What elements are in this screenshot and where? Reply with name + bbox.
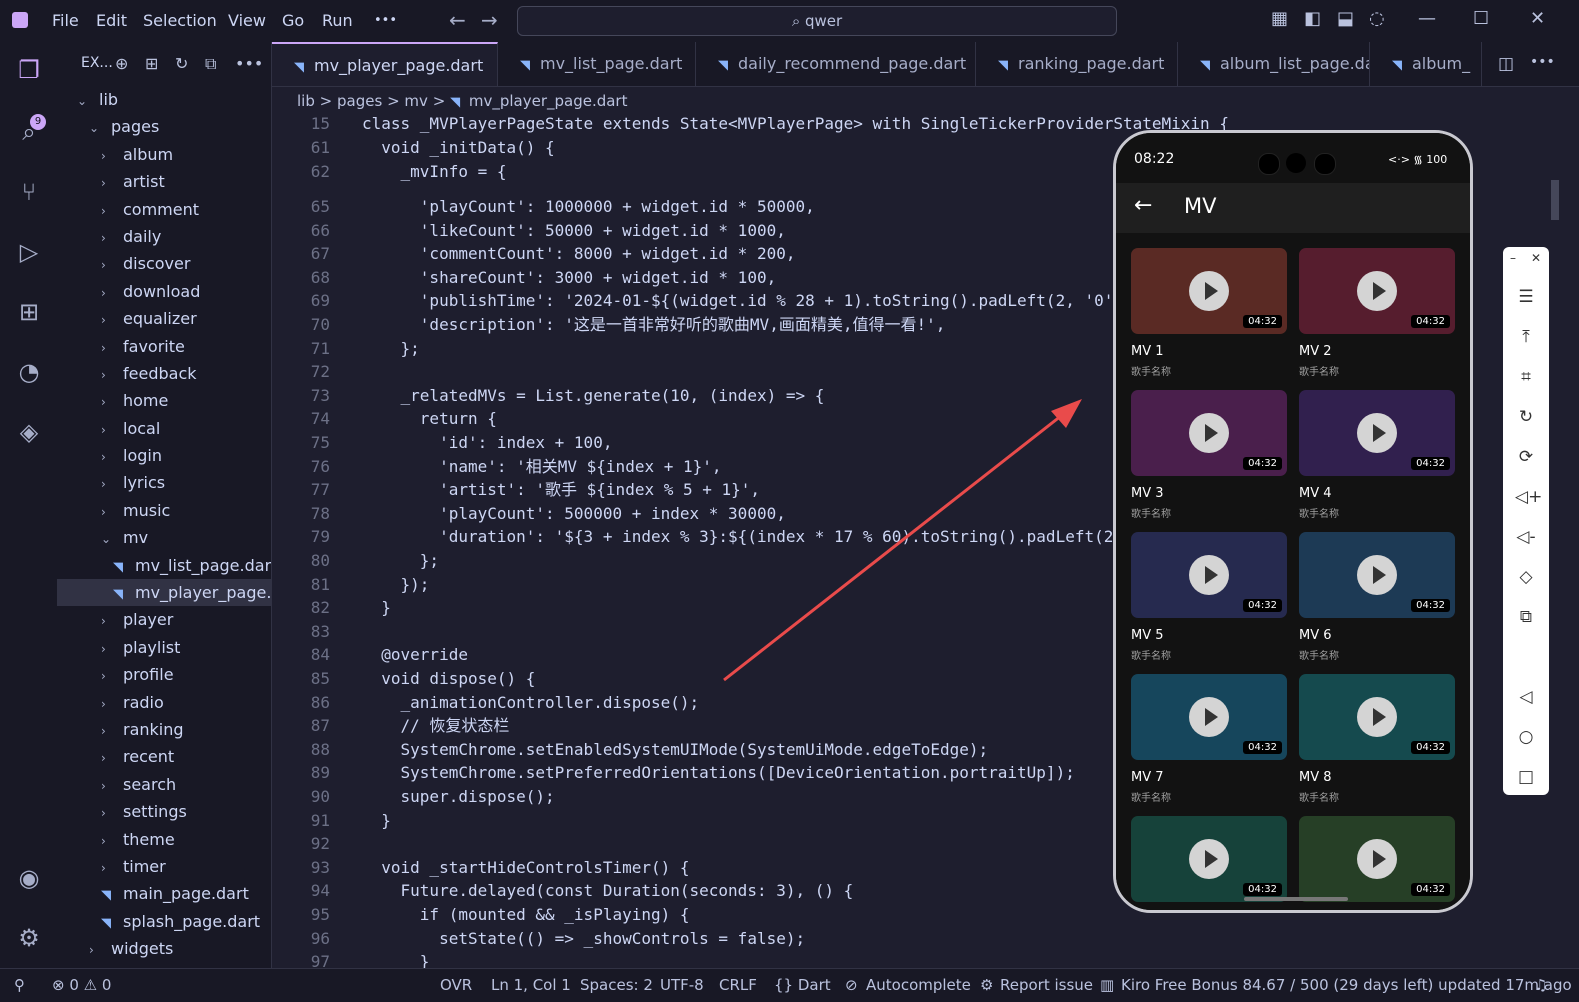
app-bar: ← MV bbox=[1116, 183, 1470, 233]
chart-icon: ▥ bbox=[1100, 976, 1115, 994]
play-icon[interactable] bbox=[1189, 413, 1229, 453]
problems-count[interactable]: ⊗ 0 ⚠ 0 bbox=[52, 969, 111, 1002]
mv-thumbnail[interactable]: 04:32 bbox=[1131, 248, 1287, 334]
emu-back-icon[interactable]: ◁ bbox=[1515, 687, 1537, 707]
report-issue[interactable]: Report issue bbox=[1000, 969, 1093, 1002]
mv-title: MV 5 bbox=[1131, 628, 1164, 643]
emu-home-icon[interactable]: ○ bbox=[1515, 727, 1537, 747]
mv-title: MV 7 bbox=[1131, 770, 1164, 785]
camera-dot bbox=[1258, 153, 1280, 175]
duration-badge: 04:32 bbox=[1243, 741, 1282, 754]
play-icon[interactable] bbox=[1189, 271, 1229, 311]
indentation[interactable]: Spaces: 2 bbox=[580, 969, 653, 1002]
bug-icon: ⚙ bbox=[980, 976, 994, 994]
mv-thumbnail[interactable]: 04:32 bbox=[1299, 390, 1455, 476]
line-ending[interactable]: CRLF bbox=[719, 969, 757, 1002]
emu-close-icon[interactable]: ✕ bbox=[1531, 251, 1541, 265]
duration-badge: 04:32 bbox=[1243, 457, 1282, 470]
duration-badge: 04:32 bbox=[1411, 599, 1450, 612]
mv-artist: 歌手名称 bbox=[1299, 651, 1339, 662]
duration-badge: 04:32 bbox=[1243, 599, 1282, 612]
mv-thumbnail[interactable]: 04:32 bbox=[1131, 674, 1287, 760]
phone-time: 08:22 bbox=[1134, 151, 1175, 167]
play-icon[interactable] bbox=[1357, 839, 1397, 879]
mv-title: MV 1 bbox=[1131, 344, 1164, 359]
camera-dot bbox=[1286, 153, 1306, 173]
notifications-bell-icon[interactable]: ♫ bbox=[1534, 969, 1547, 1002]
app-bar-title: MV bbox=[1184, 194, 1217, 218]
encoding[interactable]: UTF-8 bbox=[660, 969, 704, 1002]
emu-volume-down-icon[interactable]: ◁- bbox=[1515, 527, 1537, 547]
mv-title: MV 2 bbox=[1299, 344, 1332, 359]
emu-overview-icon[interactable]: □ bbox=[1515, 767, 1537, 787]
play-icon[interactable] bbox=[1189, 697, 1229, 737]
mv-title: MV 6 bbox=[1299, 628, 1332, 643]
mv-artist: 歌手名称 bbox=[1131, 651, 1171, 662]
autocomplete-status[interactable]: Autocomplete bbox=[866, 969, 971, 1002]
emu-minimize-icon[interactable]: – bbox=[1510, 251, 1516, 265]
mv-thumbnail[interactable]: 04:32 bbox=[1131, 390, 1287, 476]
autocomplete-icon: ⊘ bbox=[845, 976, 858, 994]
duration-badge: 04:32 bbox=[1411, 883, 1450, 896]
arrow-shaft bbox=[723, 410, 1067, 682]
overtype-mode[interactable]: OVR bbox=[440, 969, 472, 1002]
phone-emulator: 08:22 <·> ᯾ 100 ← MV 04:32 MV 1 歌手名称 04:32 M… bbox=[1113, 130, 1473, 913]
duration-badge: 04:32 bbox=[1411, 315, 1450, 328]
mv-grid: 04:32 MV 1 歌手名称 04:32 MV 2 歌手名称 04:32 MV 3 歌手名称 0… bbox=[1116, 233, 1470, 910]
duration-badge: 04:32 bbox=[1243, 315, 1282, 328]
home-indicator[interactable] bbox=[1244, 897, 1348, 901]
mv-artist: 歌手名称 bbox=[1131, 793, 1171, 804]
mv-thumbnail[interactable]: 04:32 bbox=[1299, 674, 1455, 760]
emu-rotate-alt-icon[interactable]: ⟳ bbox=[1515, 447, 1537, 467]
kiro-bonus[interactable]: Kiro Free Bonus 84.67 / 500 (29 days lef… bbox=[1121, 969, 1572, 1002]
play-icon[interactable] bbox=[1357, 271, 1397, 311]
emulator-toolbar: – ✕ ☰ ⤒ ⌗ ↻ ⟳ ◁+ ◁- ◇ ⧉ ◁ ○ □ bbox=[1503, 247, 1549, 795]
duration-badge: 04:32 bbox=[1411, 457, 1450, 470]
phone-status-icons: <·> ᯾ 100 bbox=[1388, 153, 1448, 166]
emu-volume-up-icon[interactable]: ◁+ bbox=[1515, 487, 1542, 507]
language-mode[interactable]: {} Dart bbox=[774, 969, 831, 1002]
emu-menu-icon[interactable]: ☰ bbox=[1515, 287, 1537, 307]
emu-pin-top-icon[interactable]: ⤒ bbox=[1515, 327, 1537, 347]
mv-thumbnail[interactable]: 04:32 bbox=[1299, 816, 1455, 902]
status-bar: ⚲ ⊗ 0 ⚠ 0 OVR Ln 1, Col 1 Spaces: 2 UTF-… bbox=[0, 968, 1579, 1002]
mv-thumbnail[interactable]: 04:32 bbox=[1299, 248, 1455, 334]
play-icon[interactable] bbox=[1357, 697, 1397, 737]
duration-badge: 04:32 bbox=[1243, 883, 1282, 896]
play-icon[interactable] bbox=[1189, 839, 1229, 879]
mv-thumbnail[interactable]: 04:32 bbox=[1131, 816, 1287, 902]
mv-artist: 歌手名称 bbox=[1299, 367, 1339, 378]
duration-badge: 04:32 bbox=[1411, 741, 1450, 754]
camera-dot bbox=[1314, 153, 1336, 175]
play-icon[interactable] bbox=[1357, 413, 1397, 453]
mv-title: MV 4 bbox=[1299, 486, 1332, 501]
mv-title: MV 3 bbox=[1131, 486, 1164, 501]
play-icon[interactable] bbox=[1357, 555, 1397, 595]
mv-thumbnail[interactable]: 04:32 bbox=[1131, 532, 1287, 618]
emu-rotate-icon[interactable]: ↻ bbox=[1515, 407, 1537, 427]
remote-icon[interactable]: ⚲ bbox=[14, 969, 25, 1002]
mv-thumbnail[interactable]: 04:32 bbox=[1299, 532, 1455, 618]
emu-crop-icon[interactable]: ⌗ bbox=[1515, 367, 1537, 387]
emu-screenshot-icon[interactable]: ⧉ bbox=[1515, 607, 1537, 627]
cursor-position[interactable]: Ln 1, Col 1 bbox=[491, 969, 571, 1002]
phone-status-bar: 08:22 <·> ᯾ 100 bbox=[1116, 133, 1470, 183]
mv-artist: 歌手名称 bbox=[1131, 367, 1171, 378]
emu-eraser-icon[interactable]: ◇ bbox=[1515, 567, 1537, 587]
mv-title: MV 8 bbox=[1299, 770, 1332, 785]
mv-artist: 歌手名称 bbox=[1131, 509, 1171, 520]
mv-artist: 歌手名称 bbox=[1299, 509, 1339, 520]
play-icon[interactable] bbox=[1189, 555, 1229, 595]
back-arrow-icon[interactable]: ← bbox=[1134, 193, 1152, 218]
arrow-head bbox=[1051, 399, 1082, 428]
mv-artist: 歌手名称 bbox=[1299, 793, 1339, 804]
